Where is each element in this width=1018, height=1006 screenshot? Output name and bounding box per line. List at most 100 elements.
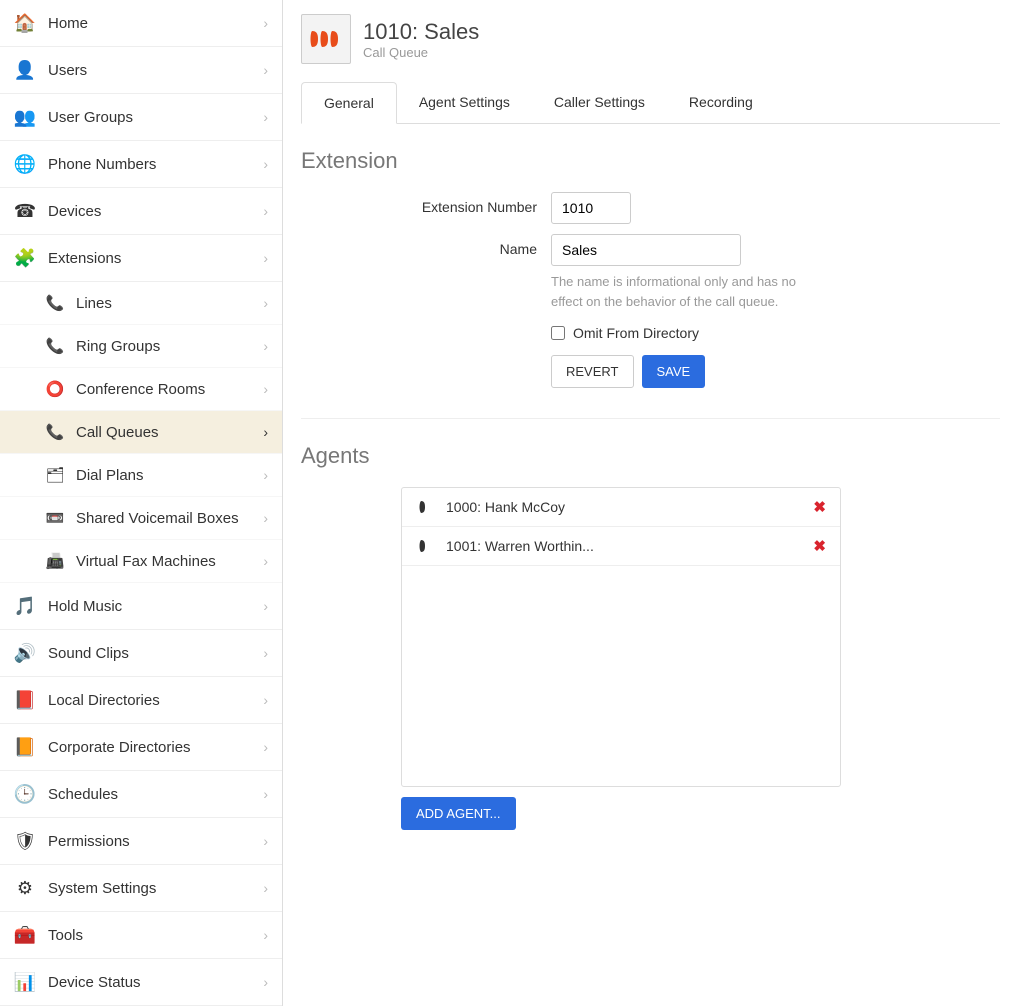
sidebar-subitem-shared-voicemail[interactable]: 📼Shared Voicemail Boxes › bbox=[0, 497, 282, 540]
sound-icon: 🔊 bbox=[12, 640, 38, 666]
home-icon: 🏠 bbox=[12, 10, 38, 36]
conference-icon: ⭕ bbox=[44, 378, 66, 400]
tab-agent-settings[interactable]: Agent Settings bbox=[397, 82, 532, 123]
chevron-right-icon: › bbox=[263, 880, 268, 896]
tab-general[interactable]: General bbox=[301, 82, 397, 124]
music-icon: 🎵 bbox=[12, 593, 38, 619]
sidebar-item-label: Device Status bbox=[48, 974, 141, 991]
agent-label: 1000: Hank McCoy bbox=[446, 499, 565, 515]
sidebar-item-home[interactable]: 🏠 Home › bbox=[0, 0, 282, 47]
sidebar-item-device-status[interactable]: 📊Device Status › bbox=[0, 959, 282, 1006]
chevron-right-icon: › bbox=[263, 295, 268, 311]
tabs: General Agent Settings Caller Settings R… bbox=[301, 82, 1000, 124]
page-header: 1010: Sales Call Queue bbox=[301, 10, 1000, 82]
line-icon: 📞 bbox=[44, 292, 66, 314]
sidebar-item-sound-clips[interactable]: 🔊Sound Clips › bbox=[0, 630, 282, 677]
sidebar-subitem-ring-groups[interactable]: 📞Ring Groups › bbox=[0, 325, 282, 368]
add-agent-button[interactable]: ADD AGENT... bbox=[401, 797, 516, 830]
omit-from-directory-checkbox[interactable] bbox=[551, 326, 565, 340]
agent-row[interactable]: 1000: Hank McCoy ✖ bbox=[402, 488, 840, 527]
sidebar-subitem-label: Lines bbox=[76, 295, 112, 312]
sidebar-item-label: Devices bbox=[48, 203, 101, 220]
phone-device-icon: ☎ bbox=[12, 198, 38, 224]
sidebar-item-corporate-directories[interactable]: 📙 Corporate Directories › bbox=[0, 724, 282, 771]
page-title: 1010: Sales bbox=[363, 19, 479, 45]
globe-icon: 🌐 bbox=[12, 151, 38, 177]
agent-label: 1001: Warren Worthin... bbox=[446, 538, 594, 554]
extension-number-input[interactable] bbox=[551, 192, 631, 224]
sidebar-subitem-lines[interactable]: 📞 Lines › bbox=[0, 282, 282, 325]
chevron-right-icon: › bbox=[263, 786, 268, 802]
chevron-right-icon: › bbox=[263, 203, 268, 219]
sidebar-item-label: Permissions bbox=[48, 833, 130, 850]
remove-agent-icon[interactable]: ✖ bbox=[813, 498, 826, 516]
revert-button[interactable]: REVERT bbox=[551, 355, 634, 388]
name-input[interactable] bbox=[551, 234, 741, 266]
sidebar-item-label: Users bbox=[48, 62, 87, 79]
sidebar-item-label: Hold Music bbox=[48, 598, 122, 615]
chevron-right-icon: › bbox=[263, 338, 268, 354]
extension-number-label: Extension Number bbox=[301, 192, 551, 215]
remove-agent-icon[interactable]: ✖ bbox=[813, 537, 826, 555]
settings-icon: ⚙ bbox=[12, 875, 38, 901]
chevron-right-icon: › bbox=[263, 510, 268, 526]
sidebar-item-user-groups[interactable]: 👥User Groups › bbox=[0, 94, 282, 141]
sidebar-item-label: Home bbox=[48, 15, 88, 32]
name-help-text: The name is informational only and has n… bbox=[551, 272, 811, 311]
chevron-right-icon: › bbox=[263, 598, 268, 614]
fax-icon: 📠 bbox=[44, 550, 66, 572]
chevron-right-icon: › bbox=[263, 467, 268, 483]
sidebar-item-devices[interactable]: ☎ Devices › bbox=[0, 188, 282, 235]
sidebar-item-schedules[interactable]: 🕒Schedules › bbox=[0, 771, 282, 818]
phone-handset-icon bbox=[416, 498, 434, 516]
sidebar-item-label: Phone Numbers bbox=[48, 156, 156, 173]
chevron-right-icon: › bbox=[263, 62, 268, 78]
sidebar-item-extensions[interactable]: 🧩 Extensions › bbox=[0, 235, 282, 282]
section-divider bbox=[301, 418, 1000, 419]
sidebar-subitem-conference-rooms[interactable]: ⭕Conference Rooms › bbox=[0, 368, 282, 411]
local-directories-icon: 📕 bbox=[12, 687, 38, 713]
tab-caller-settings[interactable]: Caller Settings bbox=[532, 82, 667, 123]
chevron-right-icon: › bbox=[263, 15, 268, 31]
sidebar-item-label: User Groups bbox=[48, 109, 133, 126]
corporate-directories-icon: 📙 bbox=[12, 734, 38, 760]
sidebar-item-label: Extensions bbox=[48, 250, 121, 267]
sidebar-item-label: Schedules bbox=[48, 786, 118, 803]
save-button[interactable]: SAVE bbox=[642, 355, 706, 388]
sidebar-item-permissions[interactable]: 🛡 Permissions › bbox=[0, 818, 282, 865]
sidebar-subitem-virtual-fax[interactable]: 📠Virtual Fax Machines › bbox=[0, 540, 282, 583]
chevron-right-icon: › bbox=[263, 250, 268, 266]
sidebar-item-label: Sound Clips bbox=[48, 645, 129, 662]
sidebar-subitem-dial-plans[interactable]: 🗂Dial Plans › bbox=[0, 454, 282, 497]
extensions-icon: 🧩 bbox=[12, 245, 38, 271]
sidebar-item-label: Corporate Directories bbox=[48, 739, 191, 756]
agents-list: 1000: Hank McCoy ✖ 1001: Warren Worthin.… bbox=[401, 487, 841, 787]
sidebar-item-local-directories[interactable]: 📕 Local Directories › bbox=[0, 677, 282, 724]
extension-section-title: Extension bbox=[301, 148, 1000, 174]
chevron-right-icon: › bbox=[263, 553, 268, 569]
sidebar-subitem-label: Shared Voicemail Boxes bbox=[76, 510, 239, 527]
tab-recording[interactable]: Recording bbox=[667, 82, 775, 123]
sidebar-item-label: Local Directories bbox=[48, 692, 160, 709]
chevron-right-icon: › bbox=[263, 692, 268, 708]
call-queues-icon: 📞 bbox=[44, 421, 66, 443]
sidebar-item-tools[interactable]: 🧰Tools › bbox=[0, 912, 282, 959]
agent-row[interactable]: 1001: Warren Worthin... ✖ bbox=[402, 527, 840, 566]
chevron-right-icon: › bbox=[263, 927, 268, 943]
tools-icon: 🧰 bbox=[12, 922, 38, 948]
phone-handset-icon bbox=[416, 537, 434, 555]
sidebar-item-phone-numbers[interactable]: 🌐Phone Numbers › bbox=[0, 141, 282, 188]
shield-icon: 🛡 bbox=[12, 828, 38, 854]
sidebar-item-users[interactable]: 👤 Users › bbox=[0, 47, 282, 94]
sidebar-subitem-label: Ring Groups bbox=[76, 338, 160, 355]
sidebar-item-hold-music[interactable]: 🎵 Hold Music › bbox=[0, 583, 282, 630]
main-content: 1010: Sales Call Queue General Agent Set… bbox=[283, 0, 1018, 1006]
sidebar-subitem-label: Call Queues bbox=[76, 424, 159, 441]
omit-from-directory-label: Omit From Directory bbox=[573, 325, 699, 341]
sidebar-item-system-settings[interactable]: ⚙System Settings › bbox=[0, 865, 282, 912]
user-icon: 👤 bbox=[12, 57, 38, 83]
sidebar-subitem-call-queues[interactable]: 📞Call Queues › bbox=[0, 411, 282, 454]
chevron-right-icon: › bbox=[263, 833, 268, 849]
chevron-right-icon: › bbox=[263, 739, 268, 755]
sidebar-subitem-label: Conference Rooms bbox=[76, 381, 205, 398]
